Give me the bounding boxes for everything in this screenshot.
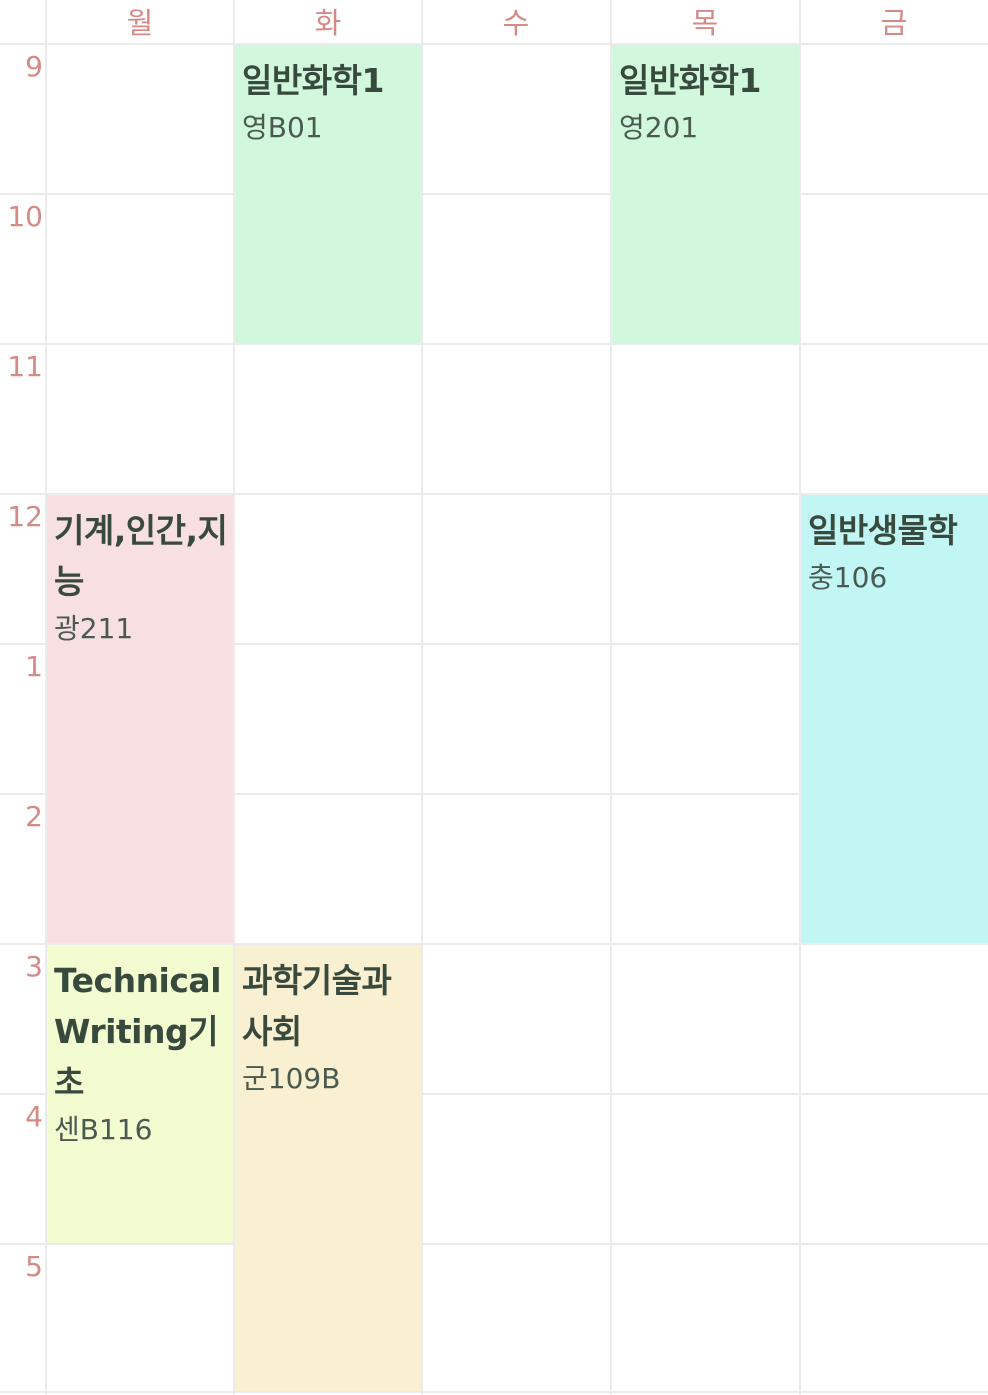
hour-label: 4	[25, 1100, 43, 1133]
day-label-thu: 목	[691, 6, 719, 40]
grid-line	[0, 1243, 988, 1245]
course-title: 일반화학1	[242, 61, 384, 100]
course-block-technical-writing[interactable]: Technical Writing기초 센B116	[47, 945, 233, 1243]
course-title: 기계,인간,지능	[54, 511, 228, 601]
hour-label: 1	[25, 650, 43, 683]
course-room: 영B01	[242, 111, 323, 144]
course-room: 센B116	[54, 1113, 153, 1146]
grid-line	[0, 343, 988, 345]
course-block-general-biology[interactable]: 일반생물학 충106	[801, 495, 988, 943]
hour-label: 11	[7, 350, 43, 383]
course-room: 영201	[619, 111, 699, 144]
course-room: 광211	[54, 612, 134, 645]
timetable-grid: 월 화 수 목 금 9 10 11 12 1 2 3 4 5 일반화학1 영B0…	[0, 0, 988, 1395]
hour-label: 5	[25, 1250, 43, 1283]
course-block-machine-human-intelligence[interactable]: 기계,인간,지능 광211	[47, 495, 233, 943]
hour-label: 9	[25, 50, 43, 83]
hour-label: 10	[7, 200, 43, 233]
day-label-mon: 월	[126, 6, 154, 40]
course-block-science-technology-society[interactable]: 과학기술과사회 군109B	[235, 945, 421, 1391]
course-title: 과학기술과사회	[242, 961, 392, 1051]
course-title: Technical Writing기초	[54, 961, 222, 1102]
course-room: 충106	[808, 561, 888, 594]
day-label-fri: 금	[880, 6, 908, 40]
course-block-general-chemistry-thu[interactable]: 일반화학1 영201	[612, 45, 799, 343]
day-label-wed: 수	[502, 6, 530, 40]
course-title: 일반화학1	[619, 61, 761, 100]
hour-label: 2	[25, 800, 43, 833]
grid-line	[0, 1391, 988, 1393]
grid-line	[0, 193, 988, 195]
hour-label: 3	[25, 950, 43, 983]
course-room: 군109B	[242, 1062, 341, 1095]
hour-label: 12	[7, 500, 43, 533]
course-block-general-chemistry-tue[interactable]: 일반화학1 영B01	[235, 45, 421, 343]
day-label-tue: 화	[314, 6, 342, 40]
course-title: 일반생물학	[808, 511, 958, 550]
grid-line	[0, 43, 988, 45]
grid-line	[421, 0, 423, 1395]
